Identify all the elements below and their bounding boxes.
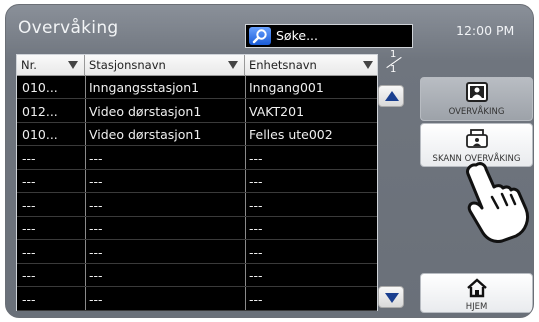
cell-device: --- <box>249 197 263 213</box>
cell-device: VAKT201 <box>249 103 305 119</box>
cell-nr: 012... <box>22 103 58 119</box>
cell-station: --- <box>89 291 103 307</box>
cell-nr: 010... <box>22 127 58 142</box>
page-current: 1 <box>390 49 397 60</box>
home-label: HJEM <box>465 302 488 312</box>
pointing-hand-icon <box>466 162 530 243</box>
search-placeholder: Søke... <box>276 28 318 43</box>
cell-station: --- <box>89 244 103 260</box>
column-label-device: Enhetsnavn <box>249 58 317 72</box>
table-row[interactable]: 010... Inngangsstasjon1 Inngang001 <box>17 76 377 99</box>
table-header: Nr. Stasjonsnavn Enhetsnavn <box>17 55 377 76</box>
monitor-person-icon <box>465 82 488 102</box>
cell-station: --- <box>89 197 103 213</box>
column-header-station[interactable]: Stasjonsnavn <box>85 55 245 75</box>
search-icon <box>249 27 271 45</box>
table-row[interactable]: --- --- --- <box>17 147 377 170</box>
cell-station: --- <box>89 174 103 189</box>
monitoring-label: OVERVÅKING <box>448 107 505 117</box>
page-total: 1 <box>390 64 397 75</box>
cell-nr: --- <box>22 268 36 283</box>
table-row[interactable]: --- --- --- <box>17 217 377 240</box>
cell-device: --- <box>249 268 263 283</box>
table-row[interactable]: --- --- --- <box>17 288 377 311</box>
cell-station: Inngangsstasjon1 <box>89 80 200 95</box>
column-label-station: Stasjonsnavn <box>89 58 166 72</box>
cell-station: --- <box>89 221 103 236</box>
cell-station: --- <box>89 268 103 283</box>
screen: Overvåking Søke... 12:00 PM Nr. Stasjons… <box>5 4 534 318</box>
sort-triangle-icon <box>228 61 238 69</box>
arrow-up-icon <box>385 91 399 101</box>
clock: 12:00 PM <box>456 23 515 38</box>
table-row[interactable]: --- --- --- <box>17 194 377 217</box>
station-table: Nr. Stasjonsnavn Enhetsnavn 010... Inngan… <box>16 54 378 311</box>
table-row[interactable]: --- --- --- <box>17 170 377 193</box>
cell-nr: 010... <box>22 80 58 95</box>
table-row[interactable]: 010... Video dørstasjon1 Felles ute002 <box>17 123 377 146</box>
cell-device: Felles ute002 <box>249 127 333 142</box>
device-frame: Overvåking Søke... 12:00 PM Nr. Stasjons… <box>0 0 539 322</box>
column-label-nr: Nr. <box>21 58 37 72</box>
cell-nr: --- <box>22 174 36 189</box>
cell-device: --- <box>249 291 263 307</box>
scroll-up-button[interactable] <box>378 85 404 107</box>
cell-nr: --- <box>22 221 36 236</box>
column-header-nr[interactable]: Nr. <box>17 55 85 75</box>
page-indicator: 1 1 <box>381 49 405 79</box>
cell-station: Video dørstasjon1 <box>89 127 202 142</box>
home-button[interactable]: HJEM <box>420 273 533 313</box>
column-header-device[interactable]: Enhetsnavn <box>245 55 379 75</box>
cell-device: Inngang001 <box>249 80 324 95</box>
cell-nr: --- <box>22 197 36 213</box>
cell-device: --- <box>249 174 263 189</box>
table-row[interactable]: --- --- --- <box>17 264 377 287</box>
table-row[interactable]: 012... Video dørstasjon1 VAKT201 <box>17 100 377 123</box>
cell-station: Video dørstasjon1 <box>89 103 202 119</box>
cell-nr: --- <box>22 291 36 307</box>
sort-triangle-icon <box>363 61 373 69</box>
table-row[interactable]: --- --- --- <box>17 241 377 264</box>
cell-nr: --- <box>22 244 36 260</box>
cell-device: --- <box>249 244 263 260</box>
cell-device: --- <box>249 150 263 166</box>
cell-station: --- <box>89 150 103 166</box>
arrow-down-icon <box>385 293 399 303</box>
cell-nr: --- <box>22 150 36 166</box>
monitoring-button[interactable]: OVERVÅKING <box>420 77 533 121</box>
page-title: Overvåking <box>18 18 119 38</box>
sort-triangle-icon <box>68 61 78 69</box>
scroll-down-button[interactable] <box>378 286 404 308</box>
home-icon <box>466 278 487 298</box>
search-field[interactable]: Søke... <box>245 24 413 48</box>
scan-monitor-icon <box>465 129 488 148</box>
cell-device: --- <box>249 221 263 236</box>
